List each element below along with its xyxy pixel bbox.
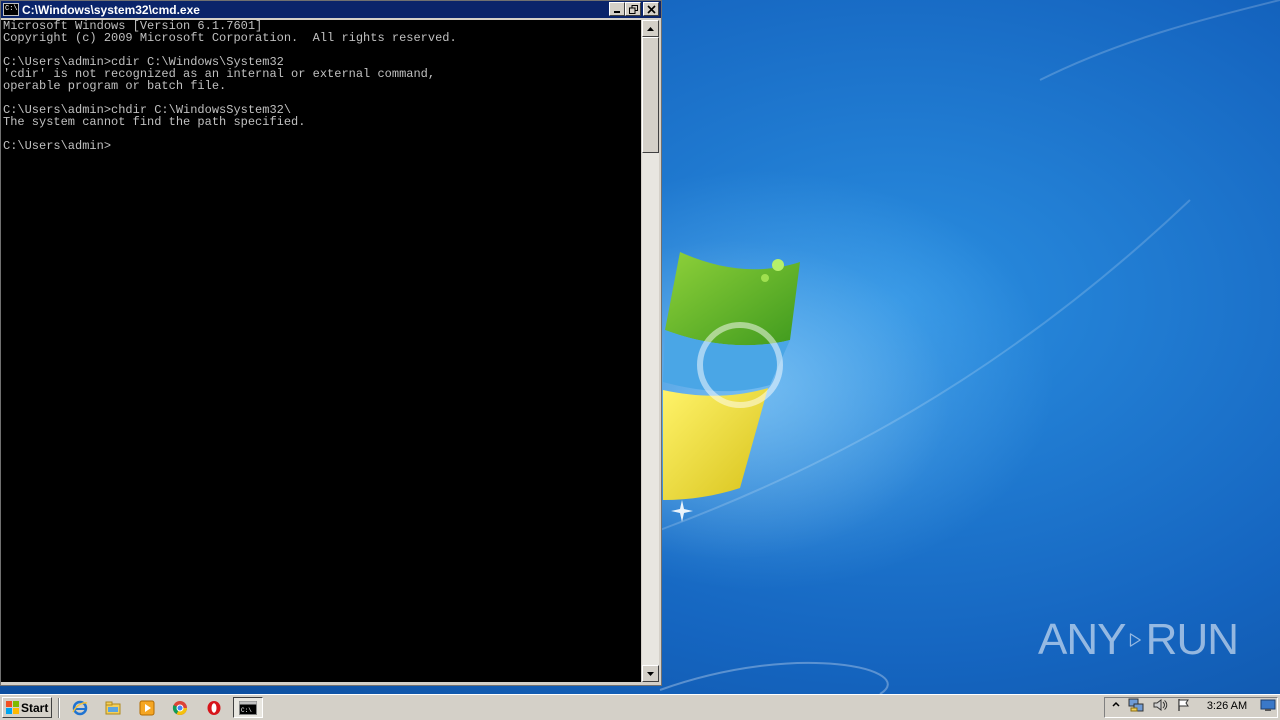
network-icon[interactable] [1128, 697, 1144, 713]
taskbar-cmd-button[interactable]: C:\ [233, 697, 263, 718]
console-line: Copyright (c) 2009 Microsoft Corporation… [3, 31, 457, 45]
minimize-icon [614, 11, 620, 13]
show-hidden-icons-arrow[interactable] [1108, 697, 1124, 713]
windows-explorer-icon[interactable] [104, 699, 122, 717]
arrow-up-icon [647, 26, 654, 31]
restore-icon [628, 4, 638, 14]
start-button[interactable]: Start [2, 697, 52, 718]
taskbar-separator [58, 698, 60, 718]
window-title: C:\Windows\system32\cmd.exe [22, 2, 200, 17]
watermark-text-left: ANY [1038, 615, 1126, 664]
cmd-app-icon[interactable]: C:\ [3, 3, 19, 16]
media-player-icon[interactable] [138, 699, 156, 717]
cmd-icon: C:\ [239, 700, 257, 715]
cmd-window[interactable]: C:\ C:\Windows\system32\cmd.exe Microsof… [0, 0, 662, 686]
show-desktop-icon[interactable] [1260, 697, 1276, 713]
svg-text:C:\: C:\ [241, 707, 252, 714]
scroll-down-button[interactable] [642, 665, 659, 682]
console-output[interactable]: Microsoft Windows [Version 6.1.7601] Cop… [1, 20, 641, 682]
chrome-icon[interactable] [171, 699, 189, 717]
clock[interactable]: 3:26 AM [1203, 700, 1251, 712]
taskbar: Start C:\ 3:26 AM [0, 694, 1280, 720]
play-logo-icon [1130, 633, 1142, 647]
title-bar[interactable]: C:\ C:\Windows\system32\cmd.exe [1, 1, 661, 18]
console-prompt[interactable]: C:\Users\admin> [1, 140, 641, 152]
volume-icon[interactable] [1152, 697, 1168, 713]
scroll-up-button[interactable] [642, 20, 659, 37]
opera-icon[interactable] [205, 699, 223, 717]
watermark-text-right: RUN [1145, 615, 1239, 664]
vertical-scrollbar[interactable] [642, 20, 659, 682]
maximize-button[interactable] [625, 2, 641, 16]
console-line: The system cannot find the path specifie… [3, 115, 306, 129]
internet-explorer-icon[interactable] [71, 699, 89, 717]
windows-flag-icon [6, 701, 19, 714]
arrow-down-icon [647, 671, 654, 676]
close-button[interactable] [643, 2, 659, 16]
anyrun-watermark: ANY RUN [1038, 608, 1239, 672]
scrollbar-thumb[interactable] [642, 37, 659, 153]
close-icon [646, 4, 656, 14]
start-label: Start [21, 700, 49, 715]
action-center-flag-icon[interactable] [1176, 697, 1192, 713]
minimize-button[interactable] [609, 2, 625, 16]
console-line: operable program or batch file. [3, 79, 227, 93]
